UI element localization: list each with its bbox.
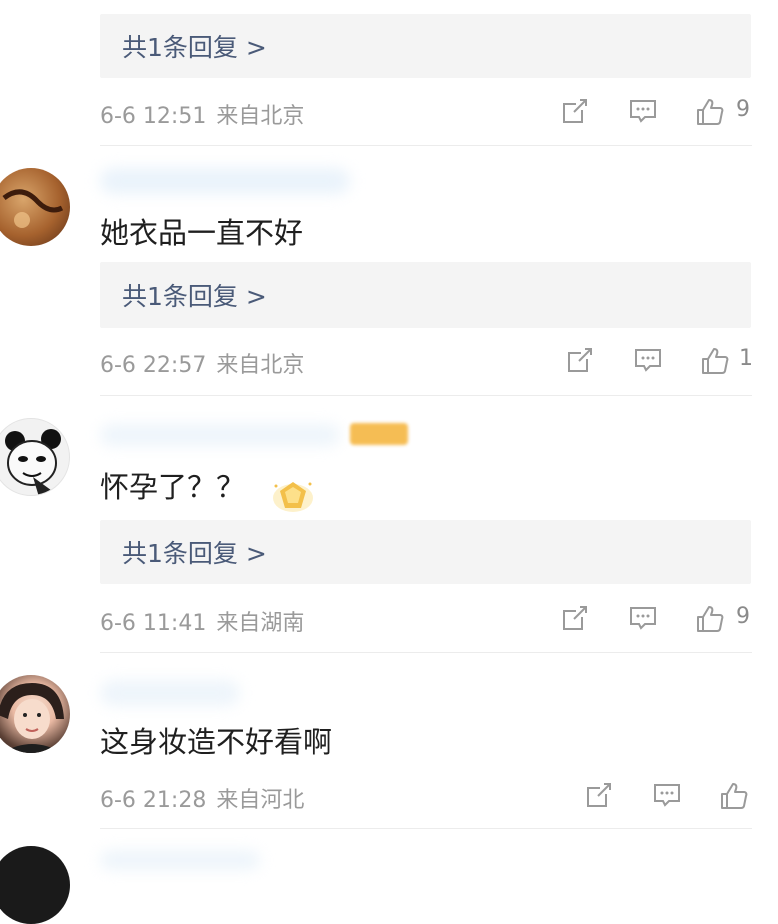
comment-icon[interactable] [628, 603, 658, 633]
comment-icon[interactable] [628, 96, 658, 126]
thumbs-up-icon[interactable] [694, 96, 726, 128]
comment-date: 6-6 11:41 [100, 611, 207, 636]
comment-actions: 9 [560, 96, 760, 130]
divider [100, 395, 752, 396]
avatar[interactable] [0, 168, 70, 246]
comment-location: 来自湖南 [216, 611, 305, 636]
comment-meta: 6-6 21:28 来自河北 [100, 782, 304, 814]
comment-location: 来自北京 [216, 353, 305, 378]
gold-badge-icon [270, 476, 316, 520]
comment-meta: 6-6 11:41 来自湖南 [100, 605, 304, 637]
view-replies-link[interactable]: 共1条回复 > [100, 262, 751, 328]
username-redacted [100, 850, 260, 870]
avatar[interactable] [0, 675, 70, 753]
comment-actions: 9 [560, 603, 760, 637]
share-icon[interactable] [560, 96, 590, 126]
comment-actions: 1 [565, 345, 765, 379]
comment-text: 这身妆造不好看啊 [100, 725, 333, 759]
share-icon[interactable] [560, 603, 590, 633]
avatar[interactable] [0, 418, 70, 496]
avatar[interactable] [0, 846, 70, 924]
view-replies-link[interactable]: 共1条回复 > [100, 14, 751, 78]
username-redacted [100, 168, 350, 194]
divider [100, 828, 752, 829]
level-badge [350, 423, 408, 445]
thumbs-up-icon[interactable] [694, 603, 726, 635]
comment-date: 6-6 21:28 [100, 788, 207, 813]
comment-date: 6-6 12:51 [100, 104, 207, 129]
comment-meta: 6-6 12:51 来自北京 [100, 98, 304, 130]
comment-icon[interactable] [652, 780, 682, 810]
username-redacted [100, 680, 240, 706]
comment-location: 来自北京 [216, 104, 305, 129]
comment-icon[interactable] [633, 345, 663, 375]
thumbs-up-icon[interactable] [718, 780, 750, 812]
like-count: 9 [736, 97, 750, 122]
comment-text: 她衣品一直不好 [100, 216, 304, 250]
like-count: 1 [739, 346, 753, 371]
view-replies-link[interactable]: 共1条回复 > [100, 520, 751, 584]
divider [100, 145, 752, 146]
comment-actions [584, 780, 754, 814]
divider [100, 652, 752, 653]
thumbs-up-icon[interactable] [699, 345, 731, 377]
comment-location: 来自河北 [216, 788, 305, 813]
share-icon[interactable] [565, 345, 595, 375]
like-count: 9 [736, 604, 750, 629]
comment-date: 6-6 22:57 [100, 353, 207, 378]
username-redacted [100, 424, 340, 446]
comment-text: 怀孕了？？ [100, 470, 246, 504]
share-icon[interactable] [584, 780, 614, 810]
comment-meta: 6-6 22:57 来自北京 [100, 347, 304, 379]
